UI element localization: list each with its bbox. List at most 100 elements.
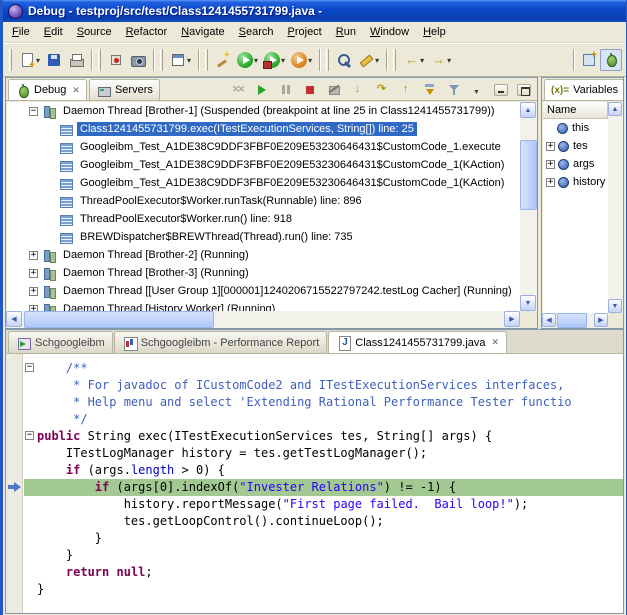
scroll-down-icon[interactable]: ▼ (608, 299, 622, 313)
scroll-thumb[interactable] (520, 140, 537, 210)
variables-name-column-header[interactable]: Name (543, 102, 608, 119)
fold-gutter[interactable]: − (24, 360, 37, 377)
fold-gutter[interactable] (24, 547, 37, 564)
drop-to-frame-button[interactable] (419, 79, 440, 100)
code-line[interactable]: } (24, 530, 623, 547)
debug-tree-row[interactable]: +Daemon Thread [Brother-3] (Running) (7, 264, 520, 282)
editor[interactable]: − /** * For javadoc of ICustomCode2 and … (5, 354, 624, 614)
debug-tree-row[interactable]: ThreadPoolExecutor$Worker.run() line: 91… (7, 210, 520, 228)
fold-collapse-icon[interactable]: − (25, 363, 34, 372)
fold-gutter[interactable] (24, 496, 37, 513)
scroll-left-icon[interactable]: ◀ (542, 313, 556, 327)
fold-gutter[interactable] (24, 462, 37, 479)
collapse-icon[interactable]: − (29, 107, 38, 116)
search-button[interactable] (333, 49, 355, 71)
variables-horizontal-scrollbar[interactable]: ◀ ▶ (542, 313, 608, 328)
minimize-view-button[interactable] (491, 81, 511, 99)
tab-variables[interactable]: (x)= Variables (544, 79, 624, 100)
disconnect-button[interactable] (323, 79, 344, 100)
code-line[interactable]: ITestLogManager history = tes.getTestLog… (24, 445, 623, 462)
debug-tree-row[interactable]: +Daemon Thread [[User Group 1][000001]12… (7, 282, 520, 300)
expand-icon[interactable]: + (29, 251, 38, 260)
back-button[interactable]: ▾ (400, 49, 427, 71)
code-line[interactable]: if (args[0].indexOf("Invester Relations"… (24, 479, 623, 496)
maximize-view-button[interactable] (514, 81, 534, 99)
scroll-thumb[interactable] (24, 311, 214, 328)
code-area[interactable]: − /** * For javadoc of ICustomCode2 and … (24, 360, 623, 598)
code-line[interactable]: } (24, 581, 623, 598)
variable-row[interactable]: this (543, 119, 608, 137)
dropdown-arrow-icon[interactable]: ▾ (281, 56, 285, 65)
code-line[interactable]: if (args.length > 0) { (24, 462, 623, 479)
debug-tree-row[interactable]: ThreadPoolExecutor$Worker.runTask(Runnab… (7, 192, 520, 210)
title-bar[interactable]: Debug - testproj/src/test/Class124145573… (3, 0, 626, 22)
debug-tree[interactable]: −Daemon Thread [Brother-1] (Suspended (b… (7, 102, 520, 311)
external-tools-button[interactable]: ▾ (261, 49, 288, 71)
dropdown-arrow-icon[interactable]: ▾ (308, 56, 312, 65)
screen-capture-button[interactable] (127, 49, 149, 71)
fold-gutter[interactable] (24, 394, 37, 411)
debug-horizontal-scrollbar[interactable]: ◀ ▶ (6, 311, 520, 328)
forward-button[interactable]: ▾ (427, 49, 454, 71)
menu-refactor[interactable]: Refactor (119, 23, 175, 41)
menu-source[interactable]: Source (70, 23, 119, 41)
open-perspective-button[interactable] (578, 49, 600, 71)
toolbar-grip[interactable] (160, 49, 163, 71)
expand-icon[interactable]: + (29, 287, 38, 296)
code-line[interactable]: − /** (24, 360, 623, 377)
scroll-track[interactable] (22, 311, 504, 328)
view-menu-button[interactable] (467, 79, 488, 100)
expand-icon[interactable]: + (29, 269, 38, 278)
variable-row[interactable]: +tes (543, 137, 608, 155)
scroll-up-icon[interactable]: ▲ (520, 102, 536, 118)
debug-tree-row[interactable]: Googleibm_Test_A1DE38C9DDF3FBF0E209E5323… (7, 138, 520, 156)
close-icon[interactable]: ✕ (72, 85, 80, 96)
annotation-button[interactable]: ▾ (355, 49, 382, 71)
step-into-button[interactable] (347, 79, 368, 100)
menu-navigate[interactable]: Navigate (174, 23, 231, 41)
code-line[interactable]: return null; (24, 564, 623, 581)
scroll-track[interactable] (608, 116, 623, 299)
suspend-button[interactable] (275, 79, 296, 100)
scroll-up-icon[interactable]: ▲ (608, 102, 622, 116)
run-button[interactable]: ▾ (234, 49, 261, 71)
record-test-button[interactable] (105, 49, 127, 71)
use-step-filters-button[interactable] (443, 79, 464, 100)
variables-vertical-scrollbar[interactable]: ▲ ▼ (608, 102, 623, 313)
scroll-down-icon[interactable]: ▼ (520, 295, 536, 311)
debug-tree-row[interactable]: +Daemon Thread [Brother-2] (Running) (7, 246, 520, 264)
toolbar-grip[interactable] (326, 49, 329, 71)
dropdown-arrow-icon[interactable]: ▾ (36, 56, 40, 65)
menu-help[interactable]: Help (416, 23, 453, 41)
code-line[interactable]: } (24, 547, 623, 564)
scroll-track[interactable] (520, 118, 537, 295)
code-line[interactable]: tes.getLoopControl().continueLoop(); (24, 513, 623, 530)
menu-file[interactable]: File (5, 23, 37, 41)
scroll-right-icon[interactable]: ▶ (594, 313, 608, 327)
fold-gutter[interactable] (24, 411, 37, 428)
dropdown-arrow-icon[interactable]: ▾ (447, 56, 451, 65)
menu-search[interactable]: Search (232, 23, 281, 41)
menu-run[interactable]: Run (329, 23, 363, 41)
debug-tree-row[interactable]: BREWDispatcher$BREWThread(Thread).run() … (7, 228, 520, 246)
fold-collapse-icon[interactable]: − (25, 431, 34, 440)
debug-tree-row[interactable]: Googleibm_Test_A1DE38C9DDF3FBF0E209E5323… (7, 174, 520, 192)
expand-icon[interactable]: + (546, 142, 555, 151)
toolbar-grip[interactable] (393, 49, 396, 71)
debug-tree-row[interactable]: Class1241455731799.exec(ITestExecutionSe… (7, 120, 520, 138)
profile-button[interactable]: ▾ (288, 49, 315, 71)
fold-gutter[interactable] (24, 377, 37, 394)
step-over-button[interactable] (371, 79, 392, 100)
variable-row[interactable]: +history (543, 173, 608, 191)
fold-gutter[interactable] (24, 564, 37, 581)
save-button[interactable] (43, 49, 65, 71)
debug-tree-row[interactable]: Googleibm_Test_A1DE38C9DDF3FBF0E209E5323… (7, 156, 520, 174)
tab-servers[interactable]: Servers (89, 79, 160, 100)
step-return-button[interactable] (395, 79, 416, 100)
scroll-right-icon[interactable]: ▶ (504, 311, 520, 327)
toolbar-grip[interactable] (98, 49, 101, 71)
quick-launch-button[interactable] (212, 49, 234, 71)
fold-gutter[interactable]: − (24, 428, 37, 445)
editor-tab[interactable]: Class1241455731799.java✕ (328, 331, 507, 353)
expand-icon[interactable]: + (546, 178, 555, 187)
